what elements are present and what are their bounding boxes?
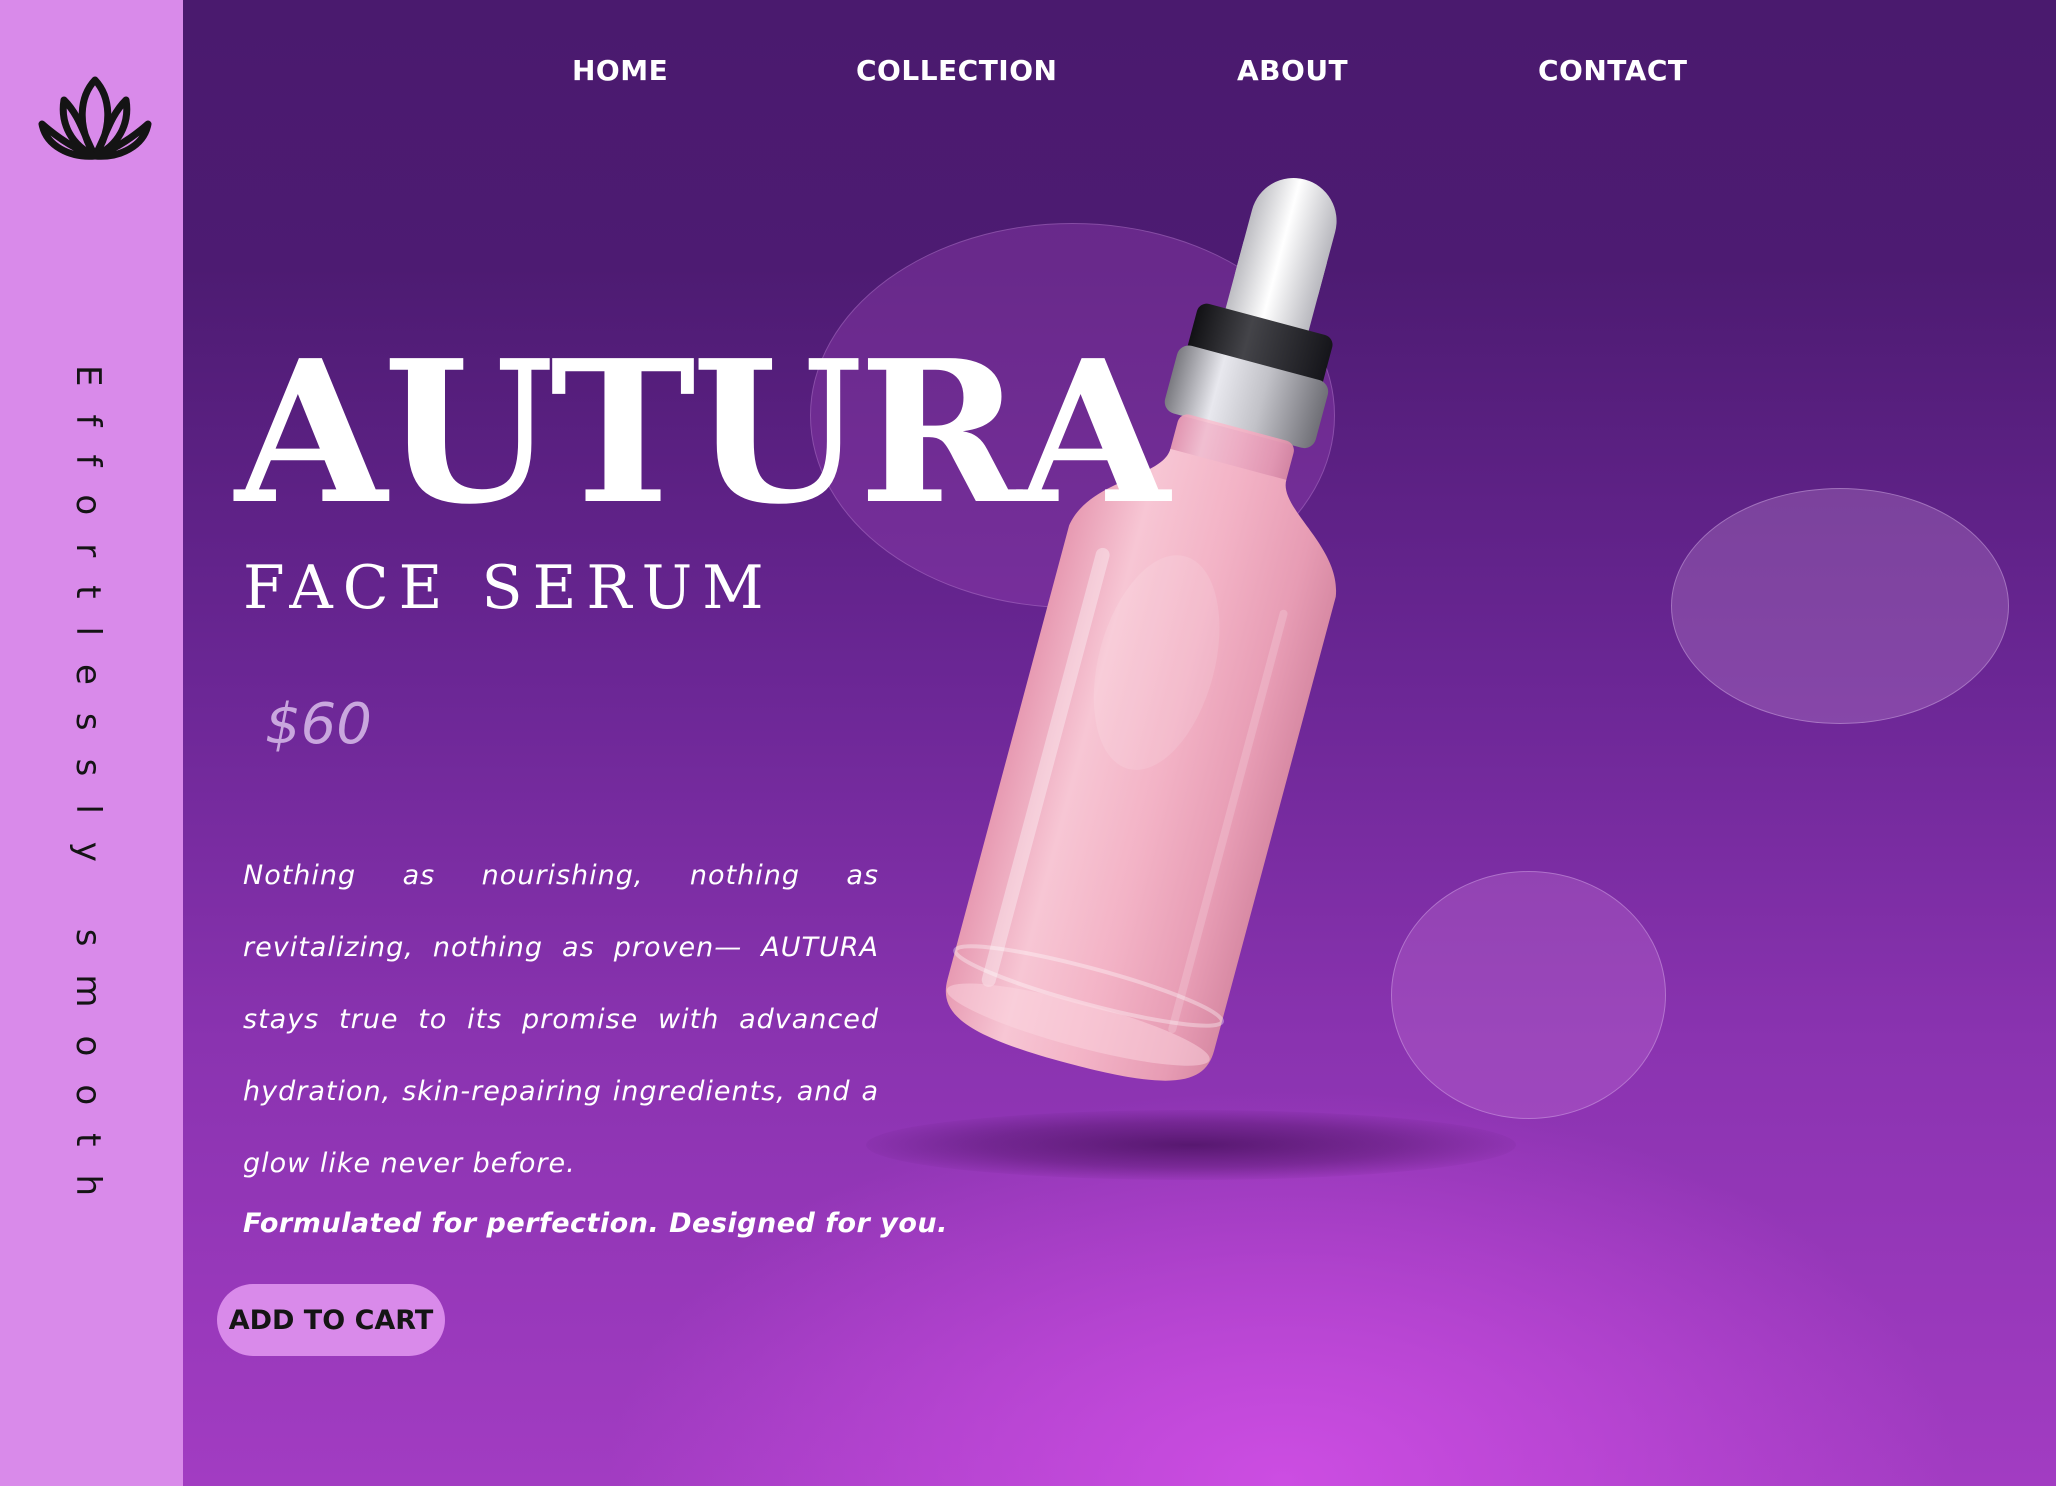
nav-about[interactable]: ABOUT bbox=[1237, 54, 1348, 87]
nav-home[interactable]: HOME bbox=[572, 54, 668, 87]
product-landing-page: Effortlessly smooth HOME COLLECTION ABOU… bbox=[0, 0, 2056, 1486]
nav-contact[interactable]: CONTACT bbox=[1538, 54, 1688, 87]
product-tagline: Formulated for perfection. Designed for … bbox=[243, 1208, 948, 1239]
top-nav: HOME COLLECTION ABOUT CONTACT bbox=[183, 54, 2056, 98]
product-subtitle: FACE SERUM bbox=[243, 553, 774, 623]
serum-bottle-image bbox=[945, 177, 1337, 1081]
sidebar: Effortlessly smooth bbox=[0, 0, 183, 1486]
decorative-circle bbox=[1391, 871, 1666, 1119]
nav-collection[interactable]: COLLECTION bbox=[856, 54, 1057, 87]
decorative-circle bbox=[1671, 488, 2009, 724]
product-description: Nothing as nourishing, nothing as revita… bbox=[243, 860, 879, 1179]
sidebar-tagline-text: Effortlessly smooth bbox=[68, 365, 108, 1225]
product-brand-title: AUTURA bbox=[235, 318, 1170, 548]
product-price: $60 bbox=[265, 692, 372, 757]
add-to-cart-button[interactable]: ADD TO CART bbox=[217, 1284, 445, 1356]
hero-section: HOME COLLECTION ABOUT CONTACT AUTURA FAC… bbox=[183, 0, 2056, 1486]
sidebar-tagline: Effortlessly smooth bbox=[68, 270, 116, 1320]
bottle-shadow bbox=[866, 1110, 1516, 1180]
lotus-icon[interactable] bbox=[36, 74, 154, 162]
